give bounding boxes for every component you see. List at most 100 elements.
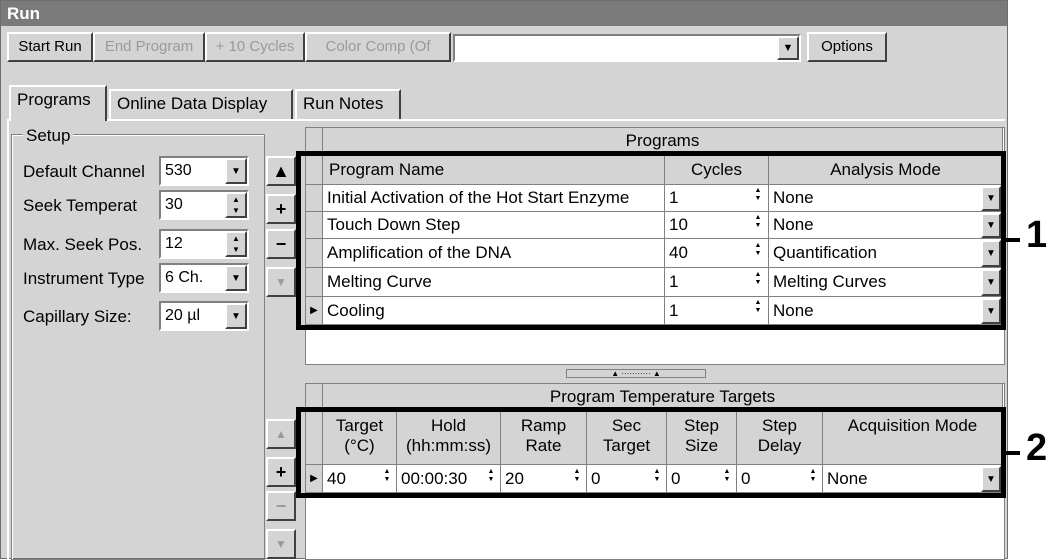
acquisition-mode-cell[interactable]: None — [823, 465, 1003, 493]
analysis-mode-cell[interactable]: Melting Curves — [769, 268, 1003, 297]
header-line: Target — [602, 436, 651, 455]
spin-arrows-icon[interactable]: ▲ ▼ — [649, 468, 665, 484]
spin-arrows-icon[interactable]: ▲ ▼ — [483, 468, 499, 484]
max-seek-pos-spinner[interactable]: 12 ▲ ▼ — [159, 229, 249, 259]
default-channel-label: Default Channel — [23, 162, 145, 181]
spin-arrows-icon[interactable]: ▲ ▼ — [750, 187, 766, 203]
remove-icon[interactable]: − — [266, 491, 296, 521]
current-row-arrow-icon[interactable]: ▶ — [306, 465, 323, 493]
header-line: Ramp — [520, 416, 567, 435]
program-select[interactable]: ▼ — [453, 34, 801, 62]
analysis-mode-cell[interactable]: Quantification — [769, 239, 1003, 268]
column-header-step-delay[interactable]: Step Delay — [737, 411, 823, 465]
column-header-analysis-mode[interactable]: Analysis Mode — [769, 156, 1003, 185]
spin-arrows-icon[interactable]: ▲ ▼ — [750, 299, 766, 315]
add-icon[interactable]: + — [266, 194, 296, 224]
program-name-cell[interactable]: Cooling — [323, 297, 665, 325]
instrument-type-value: 6 Ch. — [165, 269, 204, 286]
analysis-mode-cell[interactable]: None — [769, 297, 1003, 325]
column-header-sec-target[interactable]: Sec Target — [587, 411, 667, 465]
end-program-button[interactable]: End Program — [93, 32, 205, 62]
spin-arrows-icon[interactable]: ▲ ▼ — [225, 192, 247, 218]
header-line: Target — [335, 416, 384, 435]
row-indicator[interactable] — [306, 212, 323, 239]
current-row-arrow-icon[interactable]: ▶ — [306, 297, 323, 325]
color-comp-button[interactable]: Color Comp (Of — [305, 32, 451, 62]
row-indicator[interactable] — [306, 239, 323, 268]
spin-arrows-icon[interactable]: ▲ ▼ — [805, 468, 821, 484]
max-seek-pos-label: Max. Seek Pos. — [23, 235, 143, 254]
default-channel-value: 530 — [165, 162, 192, 179]
targets-grid-title: Program Temperature Targets — [323, 384, 1003, 411]
spin-arrows-icon[interactable]: ▲ ▼ — [750, 271, 766, 287]
options-button[interactable]: Options — [807, 32, 887, 62]
grid-corner — [306, 128, 323, 156]
spin-arrows-icon[interactable]: ▲ ▼ — [569, 468, 585, 484]
spin-arrows-icon[interactable]: ▲ ▼ — [750, 242, 766, 258]
add-10-cycles-button[interactable]: + 10 Cycles — [205, 32, 305, 62]
move-down-icon[interactable]: ▼ — [266, 267, 296, 297]
tab-programs[interactable]: Programs — [9, 85, 107, 121]
spin-arrows-icon[interactable]: ▲ ▼ — [225, 231, 247, 257]
move-up-icon[interactable]: ▲ — [266, 419, 296, 449]
chevron-down-icon[interactable]: ▼ — [981, 269, 1001, 296]
program-name-cell[interactable]: Melting Curve — [323, 268, 665, 297]
chevron-down-icon[interactable]: ▼ — [225, 303, 247, 329]
header-line: (hh:mm:ss) — [406, 436, 491, 455]
row-indicator[interactable] — [306, 185, 323, 212]
header-line: Hold — [431, 416, 466, 435]
column-header-ramp-rate[interactable]: Ramp Rate — [501, 411, 587, 465]
move-up-icon[interactable]: ▲ — [266, 156, 296, 186]
tab-run-notes[interactable]: Run Notes — [295, 89, 401, 119]
instrument-type-select[interactable]: 6 Ch. ▼ — [159, 263, 249, 293]
grid-corner — [306, 384, 323, 411]
instrument-type-label: Instrument Type — [23, 269, 145, 288]
column-header-hold[interactable]: Hold (hh:mm:ss) — [397, 411, 501, 465]
spin-arrows-icon[interactable]: ▲ ▼ — [719, 468, 735, 484]
remove-icon[interactable]: − — [266, 229, 296, 259]
chevron-down-icon[interactable]: ▼ — [777, 36, 799, 60]
column-header-cycles[interactable]: Cycles — [665, 156, 769, 185]
column-header-acquisition-mode[interactable]: Acquisition Mode — [823, 411, 1003, 465]
start-run-button[interactable]: Start Run — [7, 32, 93, 62]
capillary-size-value: 20 µl — [165, 307, 201, 324]
default-channel-select[interactable]: 530 ▼ — [159, 156, 249, 186]
move-down-icon[interactable]: ▼ — [266, 529, 296, 559]
analysis-mode-cell[interactable]: None — [769, 185, 1003, 212]
header-line: (°C) — [344, 436, 375, 455]
column-header-program-name[interactable]: Program Name — [323, 156, 665, 185]
header-line: Step — [762, 416, 797, 435]
run-window: Run Start Run End Program + 10 Cycles Co… — [0, 0, 1008, 560]
seek-temperature-spinner[interactable]: 30 ▲ ▼ — [159, 190, 249, 220]
spin-arrows-icon[interactable]: ▲ ▼ — [750, 214, 766, 230]
max-seek-pos-value: 12 — [165, 235, 183, 252]
header-line: Size — [684, 436, 719, 455]
header-line: Delay — [757, 436, 802, 455]
program-name-cell[interactable]: Touch Down Step — [323, 212, 665, 239]
chevron-down-icon[interactable]: ▼ — [981, 466, 1001, 492]
header-line: Rate — [525, 436, 562, 455]
program-name-cell[interactable]: Amplification of the DNA — [323, 239, 665, 268]
spin-arrows-icon[interactable]: ▲ ▼ — [379, 468, 395, 484]
chevron-down-icon[interactable]: ▼ — [981, 186, 1001, 211]
chevron-down-icon[interactable]: ▼ — [225, 265, 247, 291]
capillary-size-select[interactable]: 20 µl ▼ — [159, 301, 249, 331]
header-line: Step — [684, 416, 719, 435]
chevron-down-icon[interactable]: ▼ — [225, 158, 247, 184]
tab-online-data-display[interactable]: Online Data Display — [109, 89, 293, 119]
program-name-cell[interactable]: Initial Activation of the Hot Start Enzy… — [323, 185, 665, 212]
programs-grid-title: Programs — [323, 128, 1003, 156]
column-header-target[interactable]: Target (°C) — [323, 411, 397, 465]
chevron-down-icon[interactable]: ▼ — [981, 298, 1001, 324]
chevron-down-icon[interactable]: ▼ — [981, 240, 1001, 267]
header-line: Sec — [611, 416, 642, 435]
pane-splitter-handle[interactable]: ▲ ··········· ▲ — [566, 369, 706, 378]
seek-temperature-label: Seek Temperat — [23, 196, 138, 215]
add-icon[interactable]: + — [266, 457, 296, 487]
seek-temperature-value: 30 — [165, 196, 183, 213]
column-header-step-size[interactable]: Step Size — [667, 411, 737, 465]
chevron-down-icon[interactable]: ▼ — [981, 213, 1001, 238]
row-indicator[interactable] — [306, 268, 323, 297]
callout-number: 1 — [1026, 214, 1048, 256]
analysis-mode-cell[interactable]: None — [769, 212, 1003, 239]
